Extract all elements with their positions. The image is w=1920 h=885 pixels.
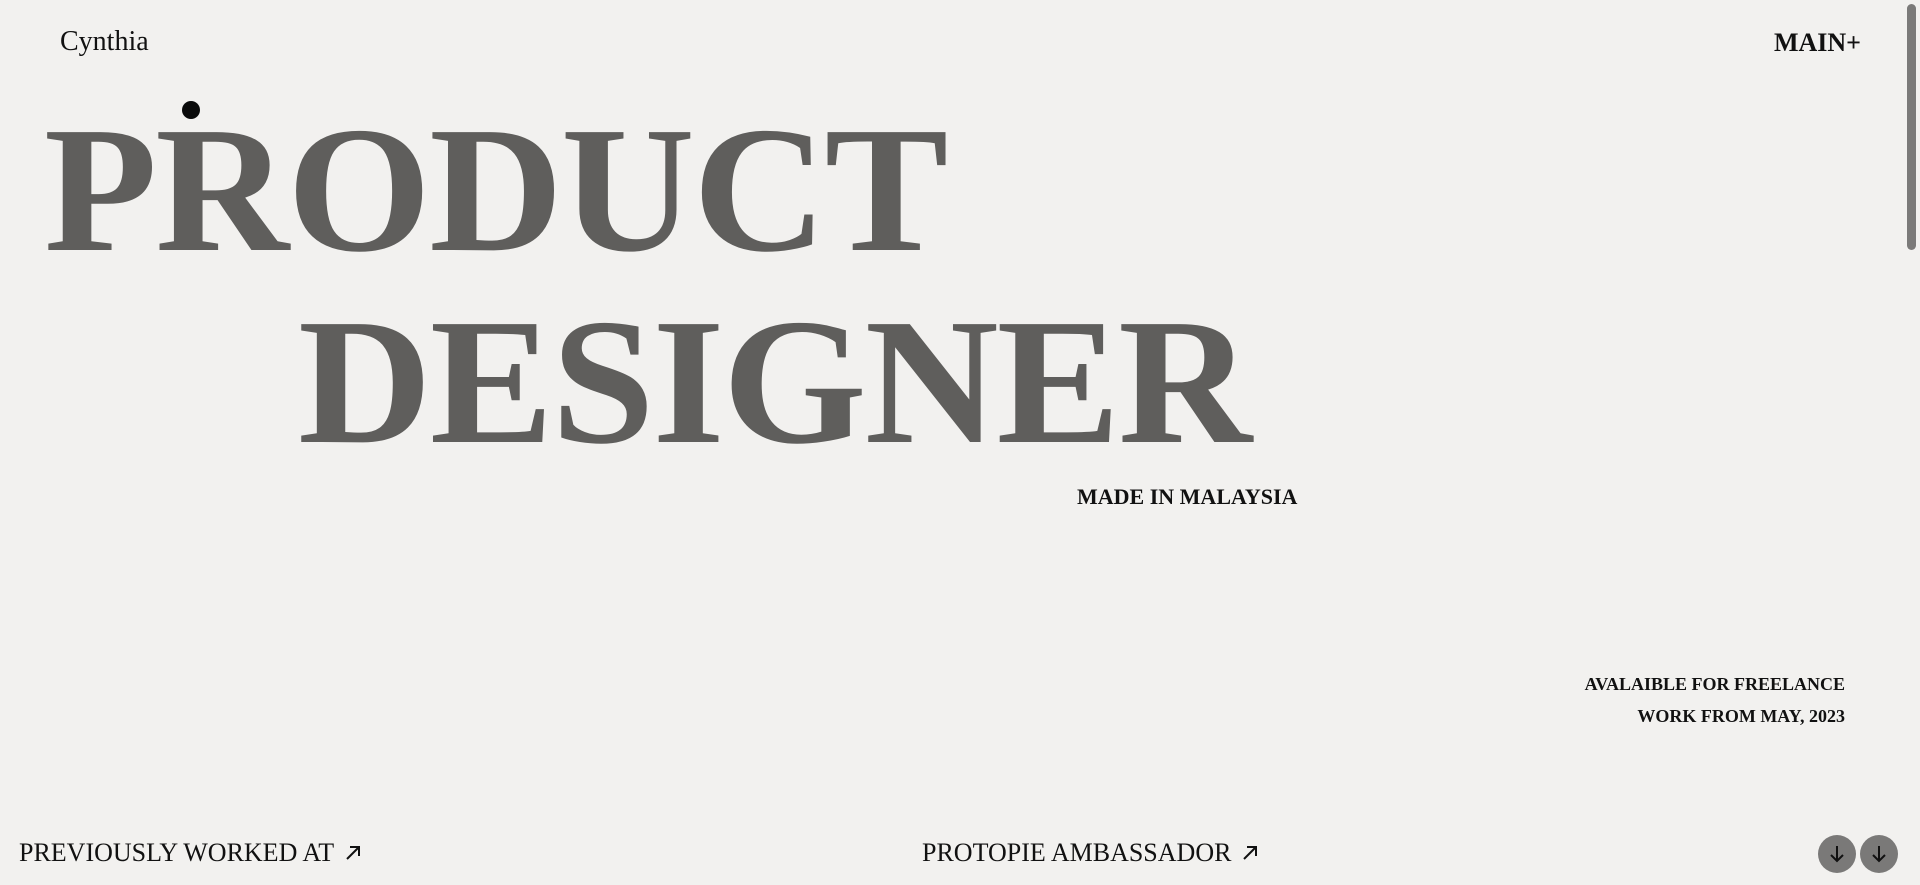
arrow-down-icon [1872, 846, 1886, 863]
cursor-dot [182, 101, 200, 119]
previously-worked-at-link[interactable]: PREVIOUSLY WORKED AT [19, 838, 362, 868]
hero-title-line-2: DESIGNER [298, 282, 1252, 481]
brand-logo[interactable]: Cynthia [60, 26, 149, 58]
previously-worked-at-label: PREVIOUSLY WORKED AT [19, 838, 335, 867]
hero-title-line-1: PRODUCT [44, 90, 948, 289]
hero-tagline: MADE IN MALAYSIA [1077, 484, 1298, 509]
arrow-up-right-icon [1241, 844, 1259, 862]
scroll-controls [1818, 835, 1898, 873]
scroll-down-button-2[interactable] [1860, 835, 1898, 873]
protopie-ambassador-label: PROTOPIE AMBASSADOR [922, 838, 1232, 867]
scroll-down-button[interactable] [1818, 835, 1856, 873]
page-scrollbar[interactable] [1907, 4, 1916, 250]
availability-note: AVALAIBLE FOR FREELANCE WORK FROM MAY, 2… [1585, 668, 1845, 732]
availability-line-2: WORK FROM MAY, 2023 [1637, 706, 1845, 726]
availability-line-1: AVALAIBLE FOR FREELANCE [1584, 674, 1845, 694]
page: Cynthia MAIN+ PRODUCT DESIGNER MADE IN M… [0, 0, 1920, 885]
protopie-ambassador-link[interactable]: PROTOPIE AMBASSADOR [922, 838, 1259, 868]
arrow-down-icon [1830, 846, 1844, 863]
arrow-up-right-icon [344, 844, 362, 862]
main-menu-button[interactable]: MAIN+ [1774, 28, 1861, 58]
